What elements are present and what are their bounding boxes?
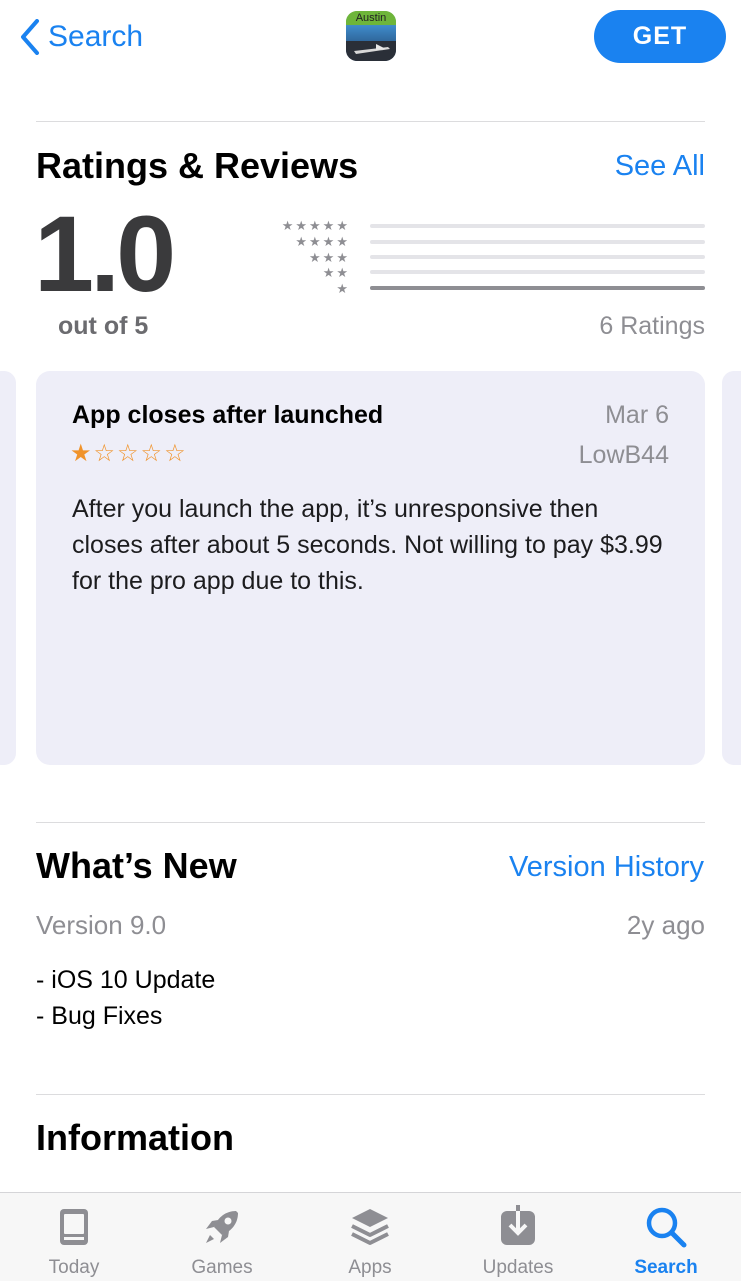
release-notes: - iOS 10 Update - Bug Fixes (36, 962, 215, 1034)
star-row-1: ★ (336, 281, 350, 297)
tab-search-label: Search (634, 1257, 698, 1278)
tab-today[interactable]: Today (0, 1193, 148, 1281)
review-date: Mar 6 (605, 401, 669, 429)
tab-updates-label: Updates (482, 1257, 554, 1278)
get-button[interactable]: GET (594, 10, 726, 63)
rating-bar-4 (370, 240, 705, 244)
rocket-icon (206, 1211, 238, 1243)
rating-bar-1 (370, 286, 705, 290)
average-rating: 1.0 (34, 193, 176, 314)
ratings-count: 6 Ratings (599, 312, 705, 340)
tab-search[interactable]: Search (592, 1193, 740, 1281)
tab-games[interactable]: Games (148, 1193, 296, 1281)
rating-bar-3 (370, 255, 705, 259)
rating-stars-column: ★★★★★ ★★★★ ★★★ ★★ ★ (266, 218, 350, 297)
tab-updates[interactable]: Updates (444, 1193, 592, 1281)
tab-apps-label: Apps (348, 1257, 392, 1278)
tab-games-label: Games (191, 1257, 253, 1278)
tab-apps[interactable]: Apps (296, 1193, 444, 1281)
out-of-label: out of 5 (58, 312, 149, 340)
star-row-3: ★★★ (309, 249, 350, 265)
review-body: After you launch the app, it’s unrespons… (72, 495, 663, 595)
release-note-item: - Bug Fixes (36, 1002, 163, 1030)
tab-today-label: Today (48, 1257, 100, 1278)
app-icon: Austin (346, 11, 396, 61)
see-all-link[interactable]: See All (615, 150, 705, 183)
chevron-left-icon (21, 19, 39, 55)
divider (36, 1094, 705, 1095)
next-review-card[interactable] (722, 371, 741, 765)
whats-new-title: What’s New (36, 845, 237, 886)
tab-bar: Today Games Apps Updates Search (0, 1192, 741, 1281)
back-label: Search (48, 20, 144, 53)
today-icon (60, 1209, 88, 1245)
review-card[interactable]: App closes after launched Mar 6 ★☆☆☆☆ Lo… (36, 371, 705, 765)
version-age: 2y ago (626, 910, 705, 940)
layers-icon (351, 1209, 389, 1245)
review-title: App closes after launched (72, 401, 384, 429)
information-title: Information (36, 1117, 234, 1158)
previous-review-card[interactable] (0, 371, 16, 765)
star-row-4: ★★★★ (295, 233, 350, 249)
back-button[interactable]: Search (20, 16, 143, 58)
divider (36, 822, 705, 823)
ratings-title: Ratings & Reviews (36, 145, 359, 186)
version-label: Version 9.0 (36, 910, 167, 940)
download-icon (501, 1205, 535, 1245)
rating-bar-5 (370, 224, 705, 228)
app-icon-label: Austin (355, 12, 387, 24)
star-row-5: ★★★★★ (281, 218, 350, 233)
rating-bar-2 (370, 270, 705, 274)
review-author: LowB44 (578, 441, 669, 469)
release-note-item: - iOS 10 Update (36, 966, 216, 994)
divider (36, 121, 705, 122)
star-row-2: ★★ (322, 265, 350, 281)
version-history-link[interactable]: Version History (509, 851, 704, 884)
review-stars: ★☆☆☆☆ (70, 440, 188, 467)
search-icon (646, 1207, 687, 1248)
